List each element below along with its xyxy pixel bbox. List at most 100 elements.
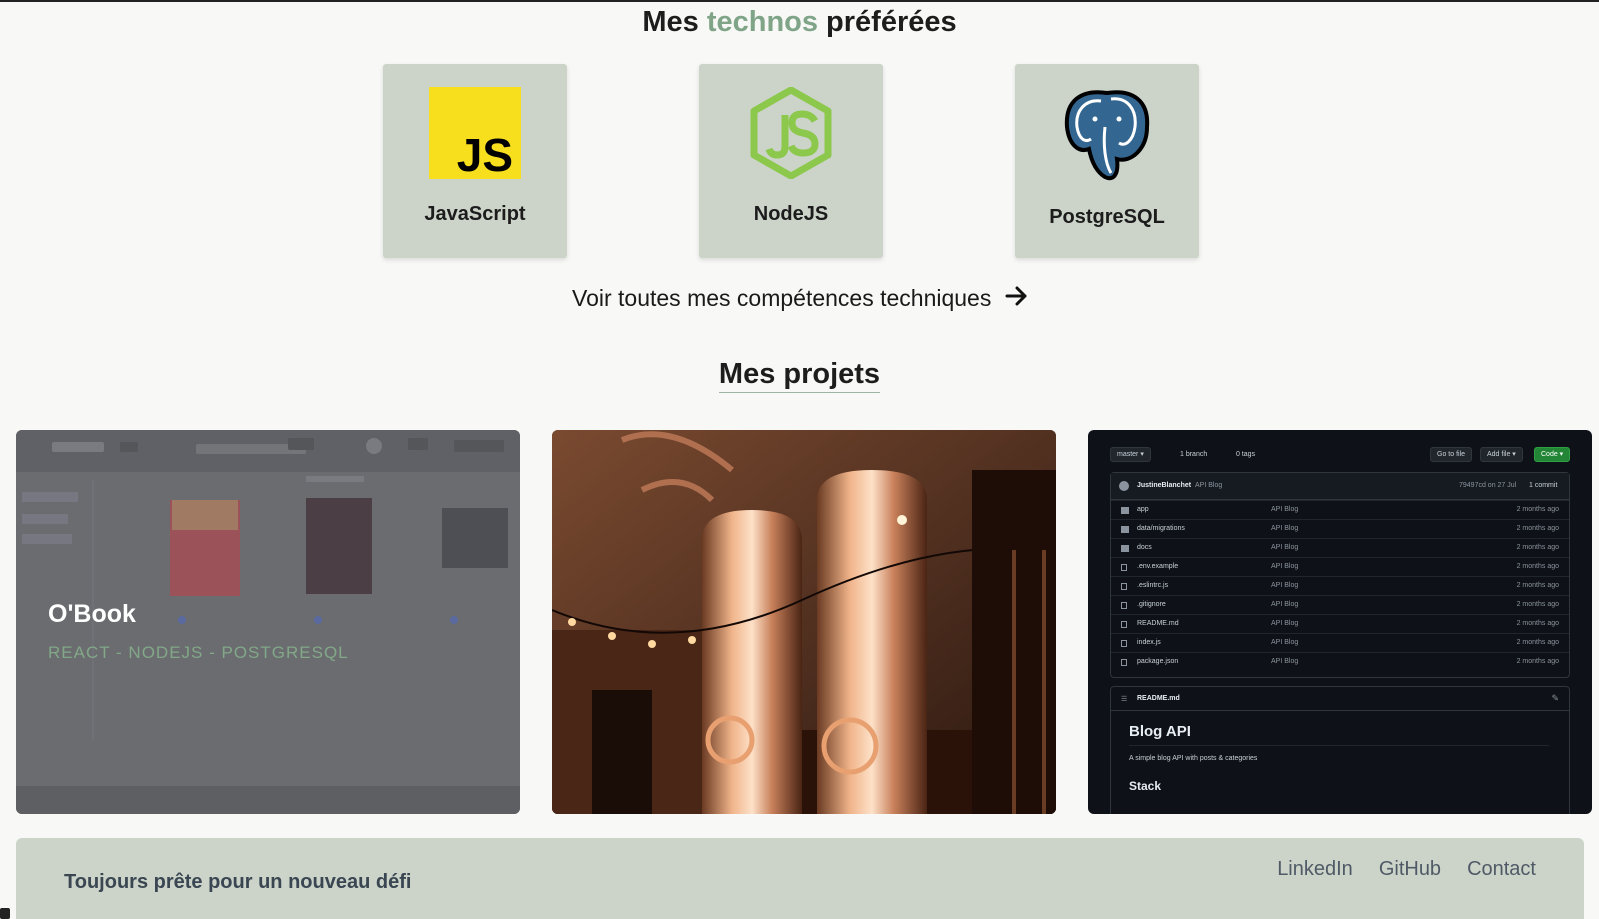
branch-select-button: master ▾ bbox=[1110, 447, 1151, 462]
file-age: 2 months ago bbox=[1516, 525, 1559, 532]
file-icon bbox=[1121, 583, 1127, 590]
tech-card-postgresql: PostgreSQL bbox=[1015, 64, 1199, 258]
arrow-right-icon[interactable] bbox=[1005, 285, 1029, 312]
techs-title-before: Mes bbox=[642, 6, 707, 38]
file-age: 2 months ago bbox=[1516, 506, 1559, 513]
nodejs-logo-icon bbox=[745, 86, 837, 180]
js-logo-text: JS bbox=[457, 129, 513, 179]
branches-count: 1 branch bbox=[1180, 451, 1208, 458]
file-name: .eslintrc.js bbox=[1137, 582, 1169, 589]
table-row: package.json API Blog 2 months ago bbox=[1111, 652, 1569, 671]
footer-link-linkedin[interactable]: LinkedIn bbox=[1277, 858, 1353, 881]
file-commit-message: API Blog bbox=[1271, 544, 1299, 551]
footer-tagline: Toujours prête pour un nouveau défi bbox=[64, 871, 412, 893]
readme-divider bbox=[1129, 745, 1549, 746]
file-commit-message: API Blog bbox=[1271, 658, 1299, 665]
branch-label: master bbox=[1117, 451, 1139, 458]
table-row: data/migrations API Blog 2 months ago bbox=[1111, 519, 1569, 538]
readme-panel: ☰ README.md ✎ Blog API A simple blog API… bbox=[1110, 686, 1570, 814]
tech-label-postgresql: PostgreSQL bbox=[1049, 206, 1165, 228]
file-icon bbox=[1121, 621, 1127, 628]
readme-description: A simple blog API with posts & categorie… bbox=[1129, 755, 1258, 762]
file-commit-message: API Blog bbox=[1271, 620, 1299, 627]
top-border bbox=[0, 0, 1599, 2]
add-file-label: Add file bbox=[1487, 451, 1511, 458]
footer-link-github[interactable]: GitHub bbox=[1379, 858, 1441, 881]
readme-title: Blog API bbox=[1129, 723, 1191, 740]
file-name: README.md bbox=[1137, 620, 1179, 627]
file-icon bbox=[1121, 602, 1127, 609]
edit-pencil-icon: ✎ bbox=[1551, 693, 1559, 703]
file-age: 2 months ago bbox=[1516, 639, 1559, 646]
readme-header: ☰ README.md ✎ bbox=[1111, 687, 1569, 711]
tech-label-javascript: JavaScript bbox=[424, 203, 526, 225]
github-repo-screenshot: master ▾ 1 branch 0 tags Go to file Add … bbox=[1088, 430, 1592, 814]
tech-card-nodejs: NodeJS bbox=[699, 64, 883, 258]
folder-icon bbox=[1121, 526, 1129, 533]
file-name: docs bbox=[1137, 544, 1152, 551]
file-name: app bbox=[1137, 506, 1149, 513]
projects-section-title: Mes projets bbox=[0, 358, 1599, 393]
table-row: README.md API Blog 2 months ago bbox=[1111, 614, 1569, 633]
file-commit-message: API Blog bbox=[1271, 639, 1299, 646]
corner-widget bbox=[0, 908, 10, 919]
folder-icon bbox=[1121, 507, 1129, 514]
project-card-brewery[interactable] bbox=[552, 430, 1056, 814]
file-age: 2 months ago bbox=[1516, 544, 1559, 551]
code-button: Code ▾ bbox=[1534, 447, 1571, 462]
commits-count: 1 commit bbox=[1529, 482, 1558, 489]
file-name: package.json bbox=[1137, 658, 1179, 665]
file-commit-message: API Blog bbox=[1271, 563, 1299, 570]
table-row: .gitignore API Blog 2 months ago bbox=[1111, 595, 1569, 614]
projects-title-text: Mes projets bbox=[718, 358, 881, 393]
code-label: Code bbox=[1541, 451, 1558, 458]
table-row: index.js API Blog 2 months ago bbox=[1111, 633, 1569, 652]
file-icon bbox=[1121, 564, 1127, 571]
commit-header: JustineBlanchet API Blog 79497cd on 27 J… bbox=[1111, 473, 1569, 500]
commit-message: API Blog bbox=[1195, 482, 1223, 489]
see-all-skills-link[interactable]: Voir toutes mes compétences techniques bbox=[572, 285, 1029, 312]
see-all-label[interactable]: Voir toutes mes compétences techniques bbox=[572, 285, 991, 312]
file-age: 2 months ago bbox=[1516, 582, 1559, 589]
project-title: O'Book bbox=[48, 600, 136, 628]
file-name: .env.example bbox=[1137, 563, 1179, 570]
footer-link-contact[interactable]: Contact bbox=[1467, 858, 1536, 881]
tech-card-javascript: JS JavaScript bbox=[383, 64, 567, 258]
list-icon: ☰ bbox=[1121, 696, 1128, 703]
readme-filename: README.md bbox=[1137, 695, 1180, 702]
file-name: data/migrations bbox=[1137, 525, 1185, 532]
table-row: docs API Blog 2 months ago bbox=[1111, 538, 1569, 557]
file-age: 2 months ago bbox=[1516, 658, 1559, 665]
project-card-blog-api[interactable]: master ▾ 1 branch 0 tags Go to file Add … bbox=[1088, 430, 1592, 814]
commit-author: JustineBlanchet bbox=[1137, 482, 1192, 489]
project-card-obook[interactable]: O'Book REACT - NODEJS - POSTGRESQL bbox=[16, 430, 520, 814]
javascript-logo-icon: JS bbox=[429, 87, 521, 181]
add-file-button: Add file ▾ bbox=[1480, 447, 1523, 462]
table-row: app API Blog 2 months ago bbox=[1111, 500, 1569, 519]
file-age: 2 months ago bbox=[1516, 601, 1559, 608]
tech-label-nodejs: NodeJS bbox=[753, 203, 829, 225]
go-to-file-button: Go to file bbox=[1430, 447, 1473, 462]
file-commit-message: API Blog bbox=[1271, 506, 1299, 513]
file-name: .gitignore bbox=[1137, 601, 1166, 608]
commit-hash: 79497cd on 27 Jul bbox=[1459, 482, 1517, 489]
file-age: 2 months ago bbox=[1516, 563, 1559, 570]
file-icon bbox=[1121, 640, 1127, 647]
site-footer: Toujours prête pour un nouveau défi Link… bbox=[16, 838, 1584, 919]
file-icon bbox=[1121, 659, 1127, 666]
folder-icon bbox=[1121, 545, 1129, 552]
table-row: .eslintrc.js API Blog 2 months ago bbox=[1111, 576, 1569, 595]
github-file-list: JustineBlanchet API Blog 79497cd on 27 J… bbox=[1110, 472, 1570, 678]
readme-stack-heading: Stack bbox=[1129, 779, 1162, 793]
project-tags: REACT - NODEJS - POSTGRESQL bbox=[48, 643, 349, 662]
techs-title-accent: technos bbox=[706, 6, 818, 38]
file-commit-message: API Blog bbox=[1271, 582, 1299, 589]
table-row: .env.example API Blog 2 months ago bbox=[1111, 557, 1569, 576]
techs-title-after: préférées bbox=[818, 6, 957, 38]
file-name: index.js bbox=[1137, 639, 1161, 646]
techs-section-title: Mes technos préférées bbox=[0, 6, 1599, 39]
file-commit-message: API Blog bbox=[1271, 601, 1299, 608]
postgresql-elephant-icon bbox=[1061, 87, 1153, 181]
brewery-tanks-photo bbox=[552, 430, 1056, 814]
file-commit-message: API Blog bbox=[1271, 525, 1299, 532]
